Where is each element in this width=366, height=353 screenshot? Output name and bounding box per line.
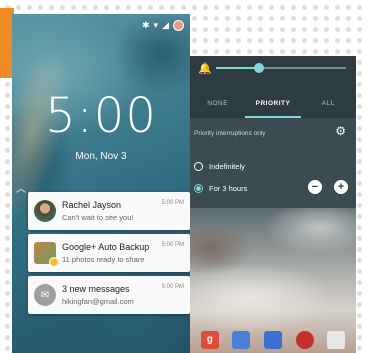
calendar-app-icon[interactable]	[263, 331, 282, 349]
user-avatar[interactable]	[173, 20, 184, 31]
notification-time: 5:00 PM	[161, 200, 184, 206]
notification-body: hikingfan@gmail.com	[62, 297, 134, 306]
lock-clock: 5:00	[45, 88, 157, 144]
priority-label: Priority interruptions only	[194, 130, 266, 137]
tab-none[interactable]: NONE	[190, 92, 245, 118]
chevron-up-icon: ︿	[16, 184, 26, 195]
status-bar: ✱ ▾ ◢	[142, 20, 184, 31]
decrease-duration-button[interactable]: −	[308, 180, 322, 194]
person-avatar	[34, 200, 56, 222]
app-dock: g	[190, 331, 356, 349]
volume-slider-knob[interactable]	[253, 63, 264, 73]
duration-stepper: − +	[308, 180, 348, 194]
tab-all[interactable]: ALL	[301, 92, 356, 118]
option-indefinitely[interactable]: Indefinitely	[194, 162, 245, 171]
radio-indefinitely[interactable]	[194, 162, 203, 171]
notification-body: 11 photos ready to share	[62, 255, 145, 264]
lock-date: Mon, Nov 3	[75, 151, 127, 162]
volume-slider[interactable]	[216, 67, 346, 69]
bluetooth-icon: ✱	[142, 20, 150, 30]
docs-app-icon[interactable]	[232, 331, 251, 349]
volume-slider-fill	[216, 67, 259, 69]
home-wallpaper: g	[190, 208, 356, 353]
play-store-icon[interactable]	[327, 331, 346, 349]
notification-time: 5:00 PM	[161, 284, 184, 290]
message-icon: ✉	[34, 284, 56, 306]
interruptions-tabs: NONE PRIORITY ALL	[190, 92, 356, 118]
notification-card[interactable]: Rachel Jayson Can't wait to see you! 5:0…	[28, 192, 190, 230]
red-app-icon[interactable]	[295, 331, 314, 349]
gear-icon[interactable]: ⚙	[335, 124, 346, 138]
option-label: Indefinitely	[209, 162, 245, 171]
interruptions-screen: 🔔 NONE PRIORITY ALL Priority interruptio…	[190, 56, 356, 353]
notification-card[interactable]: Google+ Auto Backup 11 photos ready to s…	[28, 234, 190, 272]
option-label: For 3 hours	[209, 184, 248, 193]
option-for-3-hours[interactable]: For 3 hours	[194, 184, 247, 193]
radio-for-3-hours[interactable]	[194, 184, 203, 193]
notification-body: Can't wait to see you!	[62, 213, 134, 222]
notification-time: 5:00 PM	[161, 242, 184, 248]
priority-panel: Priority interruptions only ⚙ Indefinite…	[190, 118, 356, 208]
tab-priority[interactable]: PRIORITY	[245, 92, 301, 118]
lock-screen: ✱ ▾ ◢ 5:00 Mon, Nov 3 ︿ Rachel Jayson Ca…	[12, 14, 190, 353]
signal-icon: ◢	[162, 20, 169, 30]
google-app-icon[interactable]: g	[200, 331, 219, 349]
photos-icon	[34, 242, 59, 267]
increase-duration-button[interactable]: +	[334, 180, 348, 194]
backup-badge-icon	[49, 257, 59, 267]
notification-card[interactable]: ✉ 3 new messages hikingfan@gmail.com 5:0…	[28, 276, 190, 314]
bell-icon: 🔔	[198, 62, 212, 75]
wifi-icon: ▾	[153, 20, 159, 30]
